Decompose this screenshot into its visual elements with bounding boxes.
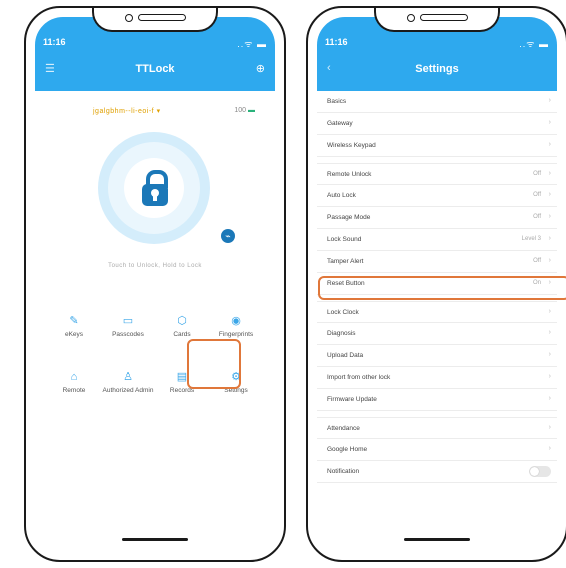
settings-row-label: Passage Mode [327,214,371,221]
tamper-alert-highlight-box [318,276,566,300]
grid-item-authorized-admin[interactable]: ♙ Authorized Admin [101,365,155,411]
notification-toggle[interactable] [529,466,551,477]
chevron-right-icon: › [548,351,551,358]
settings-row-label: Lock Sound [327,236,362,243]
ekeys-icon: ✎ [69,315,79,327]
notch [374,8,500,32]
chevron-right-icon: › [548,170,551,177]
grid-item-label: Fingerprints [218,331,254,338]
settings-row-label: Firmware Update [327,396,377,403]
settings-row-label: Diagnosis [327,330,356,337]
page-title: TTLock [135,63,175,75]
settings-row-label: Auto Lock [327,192,356,199]
settings-row-google-home[interactable]: Google Home › [317,439,557,461]
settings-row-label: Upload Data [327,352,364,359]
chevron-right-icon: › [548,424,551,431]
settings-row-tamper-alert[interactable]: Tamper Alert Off › [317,251,557,273]
chevron-right-icon: › [548,329,551,336]
settings-row-lock-sound[interactable]: Lock Sound Level 3 › [317,229,557,251]
battery-icon: ▬ [248,107,255,114]
fingerprints-icon: ◉ [231,315,241,327]
grid-item-ekeys[interactable]: ✎ eKeys [47,309,101,355]
remote-unlock-icon[interactable]: ⌁ [221,229,235,243]
status-icons: ..ᯤ ▬ [237,39,267,49]
grid-item-label: Authorized Admin [102,387,154,394]
settings-row-diagnosis[interactable]: Diagnosis › [317,323,557,345]
status-time: 11:16 [325,37,348,47]
settings-row-label: Import from other lock [327,374,391,381]
unlock-hint: Touch to Unlock, Hold to Lock [108,263,202,269]
grid-item-passcodes[interactable]: ▭ Passcodes [101,309,155,355]
add-icon[interactable]: ⊕ [256,62,265,75]
settings-row-label: Google Home [327,446,368,453]
grid-item-remote[interactable]: ⌂ Remote [47,365,101,411]
settings-row-label: Gateway [327,120,353,127]
chevron-right-icon: › [548,119,551,126]
settings-row-import-from-other-lock[interactable]: Import from other lock › [317,367,557,389]
lock-selector[interactable]: jgalgbhm--li-eoi-f ▾ [93,107,161,115]
settings-row-upload-data[interactable]: Upload Data › [317,345,557,367]
settings-row-passage-mode[interactable]: Passage Mode Off › [317,207,557,229]
phone-frame-home: 11:16 ..ᯤ ▬ ☰ TTLock ⊕ jgalgbhm--li-eoi-… [24,6,286,562]
settings-highlight-box [187,339,241,389]
authorized-admin-icon: ♙ [123,371,133,383]
settings-row-label: Basics [327,98,347,105]
settings-row-value: Off [533,171,541,177]
chevron-right-icon: › [548,213,551,220]
chevron-right-icon: › [548,373,551,380]
unlock-button[interactable] [98,132,210,244]
settings-row-value: Off [533,214,541,220]
settings-row-auto-lock[interactable]: Auto Lock Off › [317,185,557,207]
padlock-icon [142,170,168,206]
settings-row-gateway[interactable]: Gateway › [317,113,557,135]
chevron-right-icon: › [548,395,551,402]
settings-row-notification[interactable]: Notification [317,461,557,483]
settings-row-label: Tamper Alert [327,258,364,265]
settings-row-value: Off [533,192,541,198]
cards-icon: ⬡ [177,315,187,327]
settings-row-value: Off [533,258,541,264]
settings-row-basics[interactable]: Basics › [317,91,557,113]
notch [92,8,218,32]
chevron-right-icon: › [548,445,551,452]
settings-row-label: Attendance [327,425,360,432]
settings-row-firmware-update[interactable]: Firmware Update › [317,389,557,411]
settings-row-label: Lock Clock [327,309,359,316]
passcodes-icon: ▭ [122,315,134,327]
settings-row-wireless-keypad[interactable]: Wireless Keypad › [317,135,557,157]
settings-row-remote-unlock[interactable]: Remote Unlock Off › [317,163,557,185]
grid-item-label: Passcodes [112,331,144,338]
chevron-right-icon: › [548,235,551,242]
settings-row-lock-clock[interactable]: Lock Clock › [317,301,557,323]
home-indicator [404,538,470,541]
status-icons: ..ᯤ ▬ [519,39,549,49]
status-time: 11:16 [43,37,66,47]
chevron-right-icon: › [548,97,551,104]
settings-row-label: Remote Unlock [327,171,372,178]
battery-level: 100 ▬ [234,107,255,114]
grid-item-label: Cards [173,331,191,338]
chevron-right-icon: › [548,257,551,264]
settings-row-value: Level 3 [521,236,541,242]
settings-row-attendance[interactable]: Attendance › [317,417,557,439]
chevron-right-icon: › [548,308,551,315]
page-title: Settings [415,63,459,75]
grid-item-label: eKeys [64,331,84,338]
chevron-right-icon: › [548,191,551,198]
home-indicator [122,538,188,541]
remote-icon: ⌂ [70,371,78,383]
settings-row-label: Wireless Keypad [327,142,376,149]
settings-row-label: Notification [327,468,360,475]
grid-item-label: Remote [62,387,86,394]
chevron-right-icon: › [548,141,551,148]
